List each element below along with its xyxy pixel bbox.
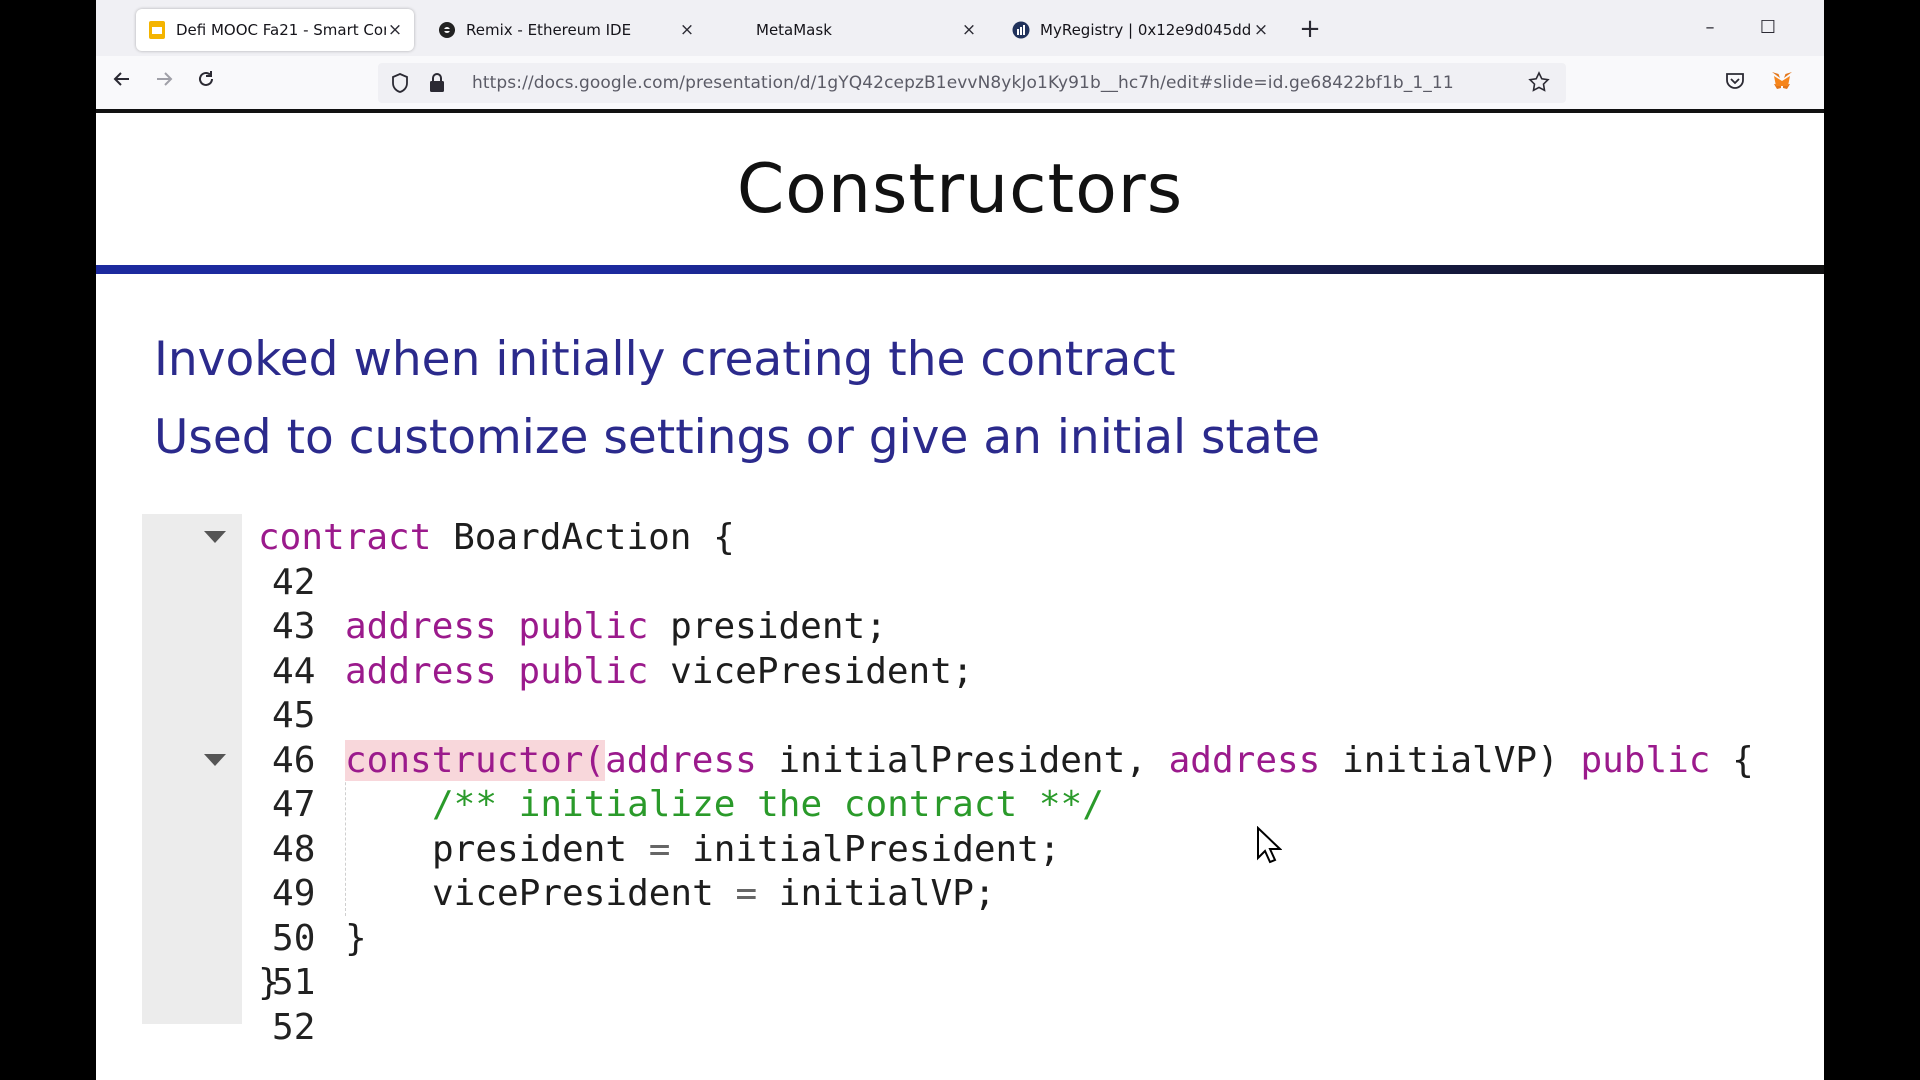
close-tab-icon[interactable]: × (1252, 20, 1270, 40)
code-line-49: 49 president = initialPresident; (142, 828, 1061, 915)
code-text: initialVP; (757, 873, 996, 914)
code-comment: /** initialize the contract **/ (432, 784, 1104, 825)
code-keyword: address (605, 739, 757, 781)
tab-remix-ide[interactable]: Remix - Ethereum IDE × (426, 9, 706, 51)
code-block: 42 contract BoardAction { 43 44 address … (142, 516, 1754, 1048)
blank-favicon (726, 19, 748, 41)
code-operator: = (648, 828, 671, 870)
code-line-46: 46 (142, 694, 326, 781)
code-line-44: 44 address public president; (142, 605, 887, 692)
tab-label: MetaMask (756, 21, 832, 39)
slide-bullet-1: Invoked when initially creating the cont… (154, 332, 1176, 387)
code-line-52: 52 } (142, 961, 326, 1048)
code-keyword: contract (258, 517, 432, 558)
fold-arrow-icon[interactable] (204, 531, 226, 543)
tracking-protection-shield-icon[interactable] (390, 72, 410, 94)
code-text: { (1710, 739, 1754, 781)
title-rule (96, 265, 1824, 274)
tab-label: Defi MOOC Fa21 - Smart Contra (176, 21, 386, 39)
code-line-43: 43 (142, 561, 326, 647)
code-line-53: 53 (142, 1006, 326, 1026)
code-keyword: public (1580, 739, 1711, 781)
code-line-47: 47 constructor(address initialPresident,… (142, 739, 1754, 825)
code-operator: = (735, 873, 758, 914)
fold-arrow-icon[interactable] (204, 753, 226, 766)
browser-window: Defi MOOC Fa21 - Smart Contra × Remix - … (96, 0, 1824, 1080)
tab-label: MyRegistry | 0x12e9d045dd5cf0 (1040, 21, 1252, 39)
forward-button[interactable] (146, 66, 182, 100)
code-text: president (432, 828, 649, 870)
close-tab-icon[interactable]: × (960, 20, 978, 40)
bookmark-star-icon[interactable] (1528, 71, 1550, 93)
code-text: vicePresident; (648, 650, 974, 692)
minimize-button[interactable]: – (1682, 8, 1738, 48)
code-line-48: 48 /** initialize the contract **/ (142, 783, 1104, 870)
close-tab-icon[interactable]: × (386, 20, 404, 40)
code-text: initialPresident, (756, 739, 1169, 781)
code-text: initialVP) (1320, 739, 1581, 781)
code-text: } (345, 917, 367, 959)
slide-title: Constructors (736, 150, 1184, 229)
code-keyword: address (345, 650, 497, 692)
url-text[interactable]: https://docs.google.com/presentation/d/1… (472, 63, 1454, 103)
slide-bullet-2: Used to customize settings or give an in… (154, 410, 1321, 465)
tab-label: Remix - Ethereum IDE (466, 21, 632, 39)
close-tab-icon[interactable]: × (678, 20, 696, 40)
metamask-extension-icon[interactable] (1770, 70, 1794, 92)
code-text: initialPresident; (670, 828, 1061, 870)
code-text: president; (648, 606, 887, 647)
back-button[interactable] (104, 66, 140, 100)
code-keyword: address (345, 606, 497, 647)
code-text: } (258, 962, 280, 1003)
code-keyword-constructor: constructor( (345, 739, 606, 781)
reload-button[interactable] (188, 66, 224, 100)
address-bar[interactable]: https://docs.google.com/presentation/d/1… (378, 63, 1566, 103)
reload-icon (199, 71, 213, 86)
code-line-42: 42 contract BoardAction { (142, 516, 735, 603)
code-line-51: 51 } (142, 917, 367, 1004)
tab-metamask[interactable]: MetaMask × (716, 9, 988, 51)
code-keyword: address (1168, 739, 1321, 781)
code-line-45: 45 address public vicePresident; (142, 650, 974, 737)
back-arrow-icon (113, 72, 129, 86)
tab-strip: Defi MOOC Fa21 - Smart Contra × Remix - … (96, 0, 1824, 56)
page-top-border (96, 109, 1824, 113)
tab-defi-mooc-slides[interactable]: Defi MOOC Fa21 - Smart Contra × (136, 9, 414, 51)
pocket-icon[interactable] (1724, 70, 1746, 92)
remix-icon (436, 19, 458, 41)
code-line-50: 50 vicePresident = initialVP; (142, 872, 996, 959)
code-keyword: public (518, 650, 649, 692)
tab-myregistry[interactable]: MyRegistry | 0x12e9d045dd5cf0 × (1000, 9, 1280, 51)
forward-arrow-icon (157, 72, 173, 86)
google-slides-icon (146, 19, 168, 41)
code-keyword: public (518, 606, 649, 647)
navigation-bar: https://docs.google.com/presentation/d/1… (96, 56, 1824, 110)
new-tab-button[interactable]: + (1294, 14, 1326, 46)
code-text: BoardAction { (431, 517, 735, 558)
etherscan-icon (1010, 19, 1032, 41)
lock-icon[interactable] (428, 72, 446, 94)
maximize-button[interactable]: ☐ (1740, 8, 1796, 48)
code-text: vicePresident (432, 873, 736, 914)
mouse-pointer-icon (1257, 826, 1282, 864)
